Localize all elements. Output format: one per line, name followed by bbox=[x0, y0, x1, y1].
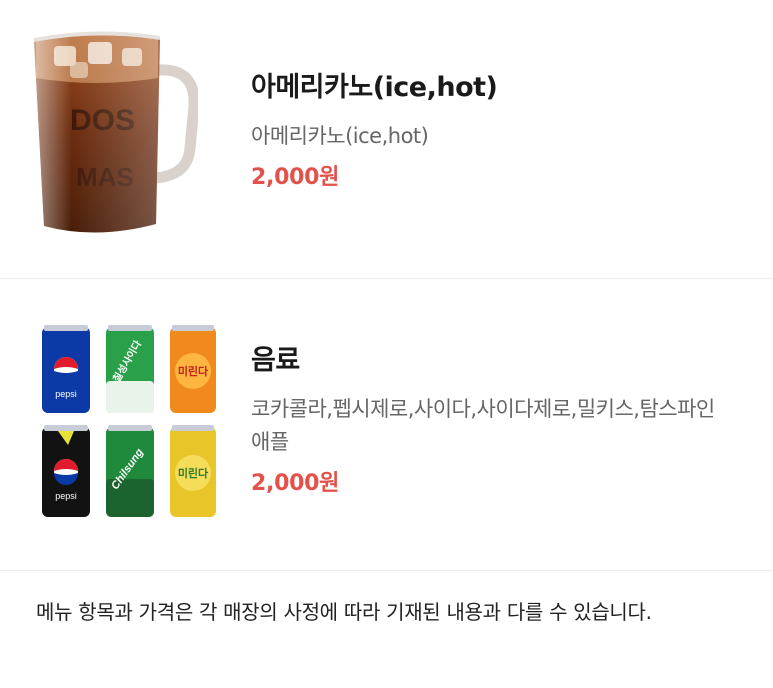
menu-item-beverages[interactable]: pepsi 칠성사이다 미린다 pepsi Chilsung 미린다 음료 코카… bbox=[0, 279, 773, 570]
divider bbox=[0, 570, 773, 571]
menu-item-description: 코카콜라,펩시제로,사이다,사이다제로,밀키스,탐스파인애플 bbox=[251, 397, 715, 454]
soda-cans-icon: pepsi 칠성사이다 미린다 pepsi Chilsung 미린다 bbox=[38, 321, 220, 521]
menu-item-name: 아메리카노(ice,hot) bbox=[251, 72, 498, 103]
menu-item-info: 아메리카노(ice,hot) 아메리카노(ice,hot) 2,000원 bbox=[251, 68, 751, 193]
menu-item-name: 음료 bbox=[251, 345, 300, 376]
svg-text:미린다: 미린다 bbox=[178, 466, 209, 480]
menu-item-price: 2,000원 bbox=[251, 471, 340, 496]
price-disclaimer-notice: 메뉴 항목과 가격은 각 매장의 사정에 따라 기재된 내용과 다를 수 있습니… bbox=[36, 600, 652, 624]
menu-item-description: 아메리카노(ice,hot) bbox=[251, 124, 429, 148]
menu-item-americano[interactable]: DOS MAS 아메리카노(ice,hot) 아메리카노(ice,hot) 2,… bbox=[0, 0, 773, 278]
svg-text:미린다: 미린다 bbox=[178, 364, 209, 378]
iced-americano-mug-icon: DOS MAS bbox=[30, 28, 200, 240]
svg-text:pepsi: pepsi bbox=[55, 491, 77, 501]
svg-text:pepsi: pepsi bbox=[55, 389, 77, 399]
menu-item-info: 음료 코카콜라,펩시제로,사이다,사이다제로,밀키스,탐스파인애플 2,000원 bbox=[251, 341, 731, 499]
menu-item-price: 2,000원 bbox=[251, 165, 340, 190]
